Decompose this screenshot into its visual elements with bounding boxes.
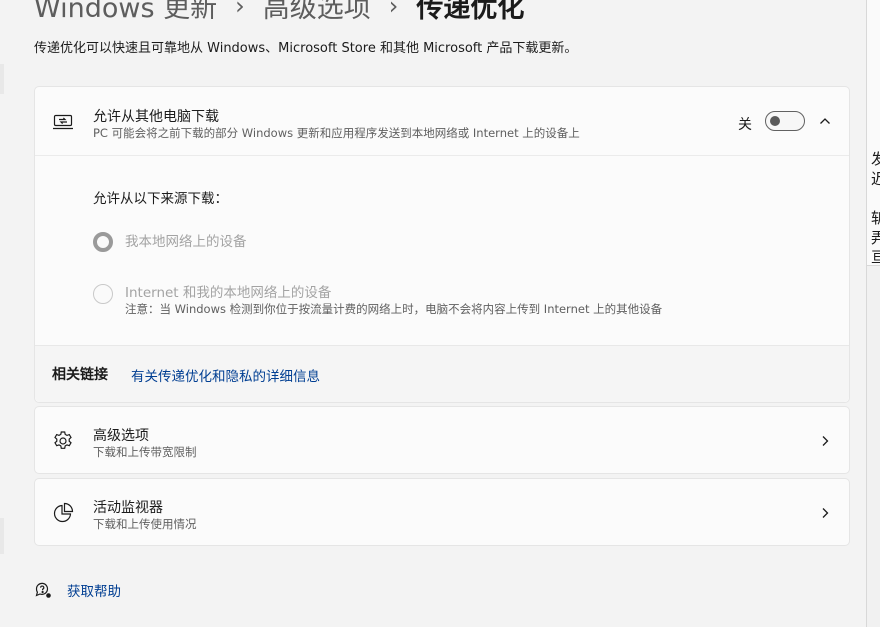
- allow-download-title: 允许从其他电脑下载: [93, 109, 219, 125]
- radio-internet-and-local-label: Internet 和我的本地网络上的设备: [125, 285, 332, 301]
- breadcrumb-windows-update[interactable]: Windows 更新: [34, 0, 217, 25]
- allow-download-subtitle: PC 可能会将之前下载的部分 Windows 更新和应用程序发送到本地网络或 I…: [93, 126, 580, 140]
- chevron-up-icon[interactable]: [817, 113, 833, 129]
- toggle-knob: [770, 116, 780, 126]
- activity-monitor-title: 活动监视器: [93, 500, 163, 516]
- toggle-state-label: 关: [738, 117, 752, 133]
- side-text-fragment: 亘: [871, 250, 880, 265]
- side-text-fragment: 迟: [871, 172, 880, 187]
- activity-monitor-subtitle: 下载和上传使用情况: [93, 517, 197, 531]
- advanced-options-card[interactable]: 高级选项 下载和上传带宽限制: [34, 406, 850, 474]
- radio-local-network-label: 我本地网络上的设备: [125, 234, 247, 250]
- related-links-label: 相关链接: [52, 367, 108, 383]
- allow-download-expander: 允许从其他电脑下载 PC 可能会将之前下载的部分 Windows 更新和应用程序…: [34, 86, 850, 403]
- advanced-options-title: 高级选项: [93, 428, 149, 444]
- privacy-details-link[interactable]: 有关传递优化和隐私的详细信息: [131, 365, 320, 385]
- get-help-link[interactable]: 获取帮助: [67, 580, 121, 600]
- side-text-fragment: 斩: [871, 211, 880, 226]
- breadcrumb-separator: ›: [235, 0, 245, 20]
- nav-pane-edge: [0, 518, 4, 554]
- sources-label: 允许从以下来源下载：: [93, 191, 228, 207]
- allow-download-body: 允许从以下来源下载： 我本地网络上的设备 Internet 和我的本地网络上的设…: [35, 156, 849, 345]
- activity-monitor-card[interactable]: 活动监视器 下载和上传使用情况: [34, 478, 850, 546]
- pc-transfer-icon: [52, 111, 74, 133]
- radio-local-network[interactable]: [93, 232, 113, 252]
- pie-chart-icon: [52, 502, 74, 524]
- help-chat-icon: [34, 581, 52, 599]
- adjacent-window-edge: 发 迟 斩 弄 亘: [866, 0, 880, 627]
- metered-network-note: 注意：当 Windows 检测到你位于按流量计费的网络上时，电脑不会将内容上传到…: [125, 302, 663, 316]
- side-panel-lower: [867, 265, 880, 627]
- allow-download-toggle[interactable]: [765, 111, 805, 131]
- page-title: Windows 更新 › 高级选项 › 传递优化: [34, 0, 524, 25]
- chevron-right-icon: [817, 433, 833, 449]
- side-text-fragment: 发: [871, 152, 880, 167]
- side-text-fragment: 弄: [871, 231, 880, 246]
- gear-icon: [52, 430, 74, 452]
- advanced-options-subtitle: 下载和上传带宽限制: [93, 445, 197, 459]
- nav-pane-edge: [0, 64, 4, 94]
- breadcrumb-separator: ›: [388, 0, 399, 20]
- page-description: 传递优化可以快速且可靠地从 Windows、Microsoft Store 和其…: [34, 41, 578, 56]
- related-links: 相关链接 有关传递优化和隐私的详细信息: [35, 345, 849, 402]
- radio-internet-and-local[interactable]: [93, 284, 113, 304]
- breadcrumb-advanced-options[interactable]: 高级选项: [263, 0, 371, 25]
- chevron-right-icon: [817, 505, 833, 521]
- breadcrumb-current: 传递优化: [416, 0, 525, 24]
- get-help[interactable]: 获取帮助: [34, 580, 121, 600]
- allow-download-header[interactable]: 允许从其他电脑下载 PC 可能会将之前下载的部分 Windows 更新和应用程序…: [35, 87, 849, 156]
